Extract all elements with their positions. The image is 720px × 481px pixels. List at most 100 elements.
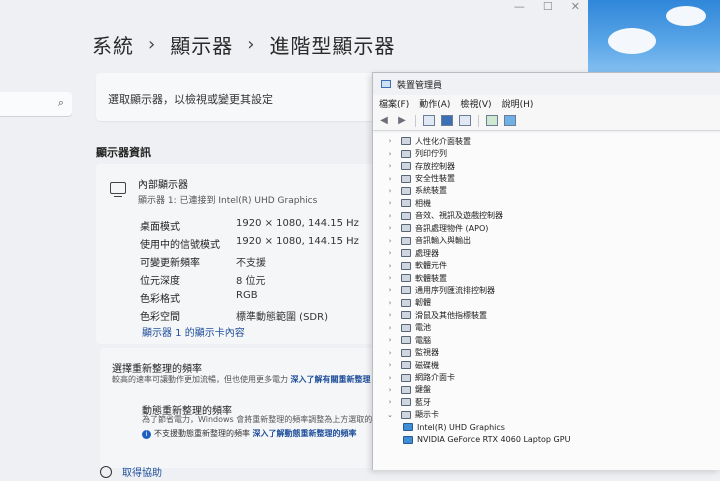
device-icon — [401, 162, 411, 171]
info-row: 色彩格式 RGB — [140, 290, 359, 308]
chevron-right-icon[interactable]: › — [373, 374, 395, 382]
menu-bar: 檔案(F) 動作(A) 檢視(V) 說明(H) — [373, 95, 720, 111]
tree-item[interactable]: › 電腦 — [373, 334, 720, 346]
select-display-dropdown[interactable]: 選取顯示器，以檢視或變更其設定 — [96, 73, 386, 121]
tree-item[interactable]: › 電池 — [373, 322, 720, 334]
device-icon — [401, 298, 411, 307]
menu-help[interactable]: 說明(H) — [502, 97, 534, 110]
tree-item-label: 軟體元件 — [415, 261, 447, 271]
menu-view[interactable]: 檢視(V) — [460, 97, 491, 110]
info-row: 使用中的信號模式 1920 × 1080, 144.15 Hz — [140, 236, 359, 254]
chevron-right-icon[interactable]: › — [373, 262, 395, 270]
help-book-icon[interactable] — [440, 114, 454, 128]
tree-item[interactable]: › 軟體裝置 — [373, 272, 720, 284]
device-icon — [401, 336, 411, 345]
chevron-right-icon: › — [247, 34, 256, 55]
device-icon — [401, 398, 411, 407]
tree-item-label: 人性化介面裝置 — [415, 136, 471, 146]
device-icon — [401, 286, 411, 295]
properties-icon[interactable] — [422, 114, 436, 128]
search-input[interactable]: ⌕ — [0, 92, 72, 116]
chevron-down-icon[interactable]: ⌄ — [373, 411, 395, 419]
minimize-icon[interactable]: — — [514, 0, 525, 13]
chevron-right-icon[interactable]: › — [373, 212, 395, 220]
help-icon — [100, 465, 112, 478]
device-icon — [401, 149, 411, 158]
chevron-right-icon[interactable]: › — [373, 237, 395, 245]
cloud-shape — [608, 28, 656, 54]
chevron-right-icon[interactable]: › — [373, 299, 395, 307]
chevron-right-icon[interactable]: › — [373, 224, 395, 232]
chevron-right-icon[interactable]: › — [373, 187, 395, 195]
tree-item[interactable]: › 音效、視訊及遊戲控制器 — [373, 210, 720, 222]
tree-item[interactable]: › 存放控制器 — [373, 160, 720, 172]
device-icon — [401, 174, 411, 183]
chevron-right-icon[interactable]: › — [373, 150, 395, 158]
tree-item[interactable]: › 藍牙 — [373, 396, 720, 408]
tree-item[interactable]: › 列印佇列 — [373, 147, 720, 159]
chevron-right-icon[interactable]: › — [373, 199, 395, 207]
device-manager-titlebar: 裝置管理員 — [373, 73, 720, 95]
dynamic-refresh-learn-more-link[interactable]: 深入了解動態重新整理的頻率 — [253, 429, 357, 438]
device-tree: › 人性化介面裝置 › 列印佇列 › 存放控制器 › 安全性裝置 › 系統裝置 › 相機 ›… — [373, 133, 720, 470]
chevron-right-icon[interactable]: › — [373, 175, 395, 183]
refresh-learn-more-link[interactable]: 深入了解有關重新整理 — [291, 375, 371, 384]
tree-item-expanded[interactable]: ⌄ 顯示卡 — [373, 409, 720, 421]
tree-item[interactable]: › 安全性裝置 — [373, 172, 720, 184]
window-controls: — ☐ ✕ — [514, 0, 580, 13]
tree-item[interactable]: › 監視器 — [373, 346, 720, 358]
monitor-display-icon[interactable] — [503, 114, 517, 128]
info-icon: i — [142, 430, 151, 439]
device-icon — [401, 137, 411, 146]
chevron-right-icon[interactable]: › — [373, 249, 395, 257]
chevron-right-icon[interactable]: › — [373, 398, 395, 406]
chevron-right-icon[interactable]: › — [373, 324, 395, 332]
chevron-right-icon[interactable]: › — [373, 274, 395, 282]
get-help-link[interactable]: 取得協助 — [100, 464, 162, 479]
chevron-right-icon[interactable]: › — [373, 349, 395, 357]
show-hidden-icon[interactable] — [458, 114, 472, 128]
breadcrumb-display[interactable]: 顯示器 — [170, 30, 233, 59]
tree-item[interactable]: › 韌體 — [373, 297, 720, 309]
section-title: 顯示器資訊 — [96, 146, 151, 159]
tree-item[interactable]: › 人性化介面裝置 — [373, 135, 720, 147]
info-key: 使用中的信號模式 — [140, 240, 220, 251]
chevron-right-icon[interactable]: › — [373, 336, 395, 344]
device-icon — [401, 211, 411, 220]
chevron-right-icon[interactable]: › — [373, 311, 395, 319]
chevron-right-icon[interactable]: › — [373, 361, 395, 369]
tree-item[interactable]: › 網路介面卡 — [373, 371, 720, 383]
chevron-right-icon[interactable]: › — [373, 386, 395, 394]
chevron-right-icon[interactable]: › — [373, 162, 395, 170]
tree-item[interactable]: › 鍵盤 — [373, 384, 720, 396]
tree-item[interactable]: › 通用序列匯流排控制器 — [373, 284, 720, 296]
tree-item[interactable]: › 系統裝置 — [373, 185, 720, 197]
tree-item-label: 電池 — [415, 323, 431, 333]
tree-child-item[interactable]: Intel(R) UHD Graphics — [373, 421, 720, 433]
tree-item[interactable]: › 音訊輸入與輸出 — [373, 235, 720, 247]
back-arrow-icon[interactable]: ◀ — [377, 114, 391, 128]
chevron-right-icon[interactable]: › — [373, 286, 395, 294]
tree-item-label: 音效、視訊及遊戲控制器 — [415, 211, 503, 221]
tree-item[interactable]: › 滑鼠及其他指標裝置 — [373, 309, 720, 321]
breadcrumb-system[interactable]: 系統 — [92, 30, 134, 59]
chevron-right-icon[interactable]: › — [373, 137, 395, 145]
tree-item[interactable]: › 磁碟機 — [373, 359, 720, 371]
scan-hardware-icon[interactable] — [485, 114, 499, 128]
maximize-icon[interactable]: ☐ — [543, 0, 553, 13]
close-icon[interactable]: ✕ — [571, 0, 580, 13]
menu-file[interactable]: 檔案(F) — [379, 97, 409, 110]
tree-item[interactable]: › 處理器 — [373, 247, 720, 259]
refresh-rate-title: 選擇重新整理的頻率 — [112, 364, 202, 375]
tree-item[interactable]: › 相機 — [373, 197, 720, 209]
menu-action[interactable]: 動作(A) — [419, 97, 450, 110]
tree-item[interactable]: › 軟體元件 — [373, 259, 720, 271]
forward-arrow-icon[interactable]: ▶ — [395, 114, 409, 128]
tree-item-label: 音訊處理物件 (APO) — [415, 223, 489, 233]
tree-item-label: 監視器 — [415, 348, 439, 358]
device-manager-icon — [381, 80, 391, 88]
tree-child-item[interactable]: NVIDIA GeForce RTX 4060 Laptop GPU — [373, 434, 720, 446]
adapter-properties-link[interactable]: 顯示器 1 的顯示卡內容 — [142, 324, 245, 339]
tree-item[interactable]: › 音訊處理物件 (APO) — [373, 222, 720, 234]
tree-item-label: 相機 — [415, 198, 431, 208]
